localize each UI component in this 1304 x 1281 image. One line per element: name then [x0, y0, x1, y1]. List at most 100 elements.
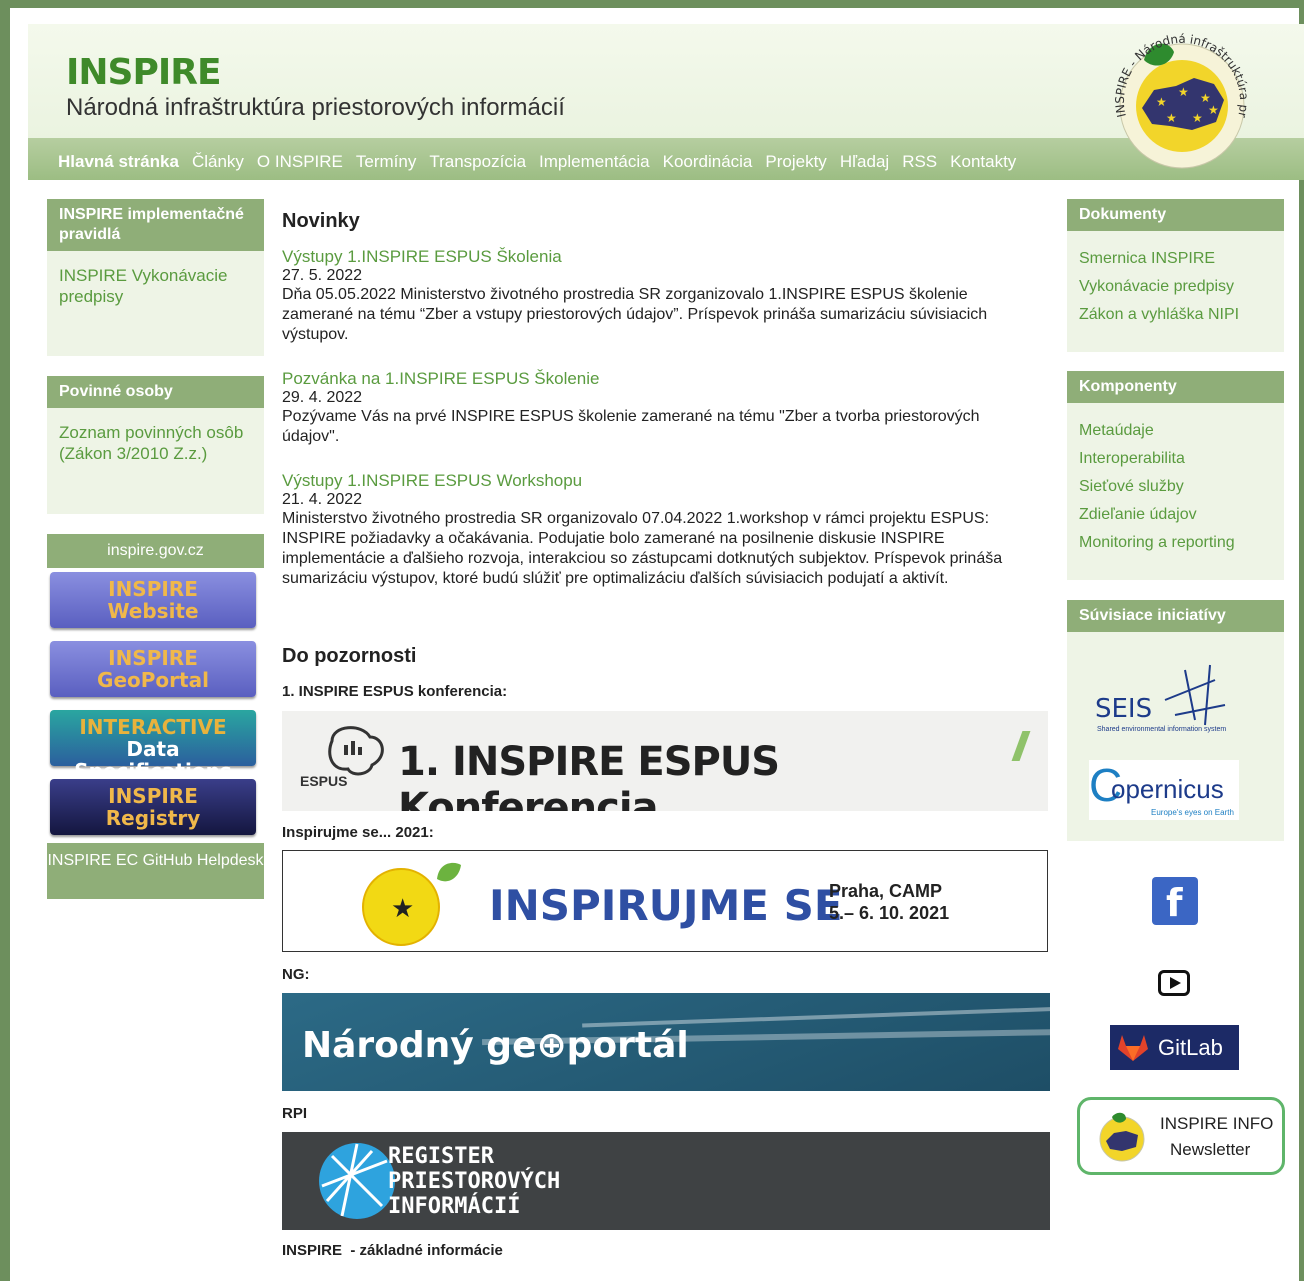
inspire-gov-cz-label[interactable]: inspire.gov.cz — [47, 534, 264, 568]
news-text: Ministerstvo životného prostredia SR org… — [282, 510, 1003, 587]
seis-subtitle: Shared environmental information system — [1097, 726, 1227, 733]
inspire-newsletter-logo-icon — [1099, 1112, 1145, 1162]
news-title-link[interactable]: Výstupy 1.INSPIRE ESPUS Workshopu — [282, 471, 1042, 491]
site-brand[interactable]: INSPIRE — [66, 52, 222, 93]
conference-label: 1. INSPIRE ESPUS konferencia: — [282, 683, 508, 700]
news-date: 21. 4. 2022 — [282, 491, 363, 508]
conference-banner[interactable]: ESPUS 1. INSPIRE ESPUS Konferencia — [282, 711, 1048, 811]
inspire-sk-logo-icon[interactable]: ★★ ★ ★ ★★ INSPIRE - Národná infraštruktúra… — [1096, 26, 1264, 182]
related-initiatives-box: Súvisiace iniciatívy SEIS Shared environ… — [1067, 600, 1284, 841]
inspirujme-dates: 5.– 6. 10. 2021 — [829, 903, 950, 923]
inspire-registry-badge[interactable]: INSPIRE Registry — [50, 779, 256, 835]
svg-text:★: ★ — [1156, 95, 1167, 109]
component-link[interactable]: Metaúdaje — [1079, 417, 1272, 445]
components-heading: Komponenty — [1067, 371, 1284, 403]
nav-projects[interactable]: Projekty — [765, 152, 826, 172]
nav-home[interactable]: Hlavná stránka — [58, 152, 179, 172]
component-link[interactable]: Zdieľanie údajov — [1079, 501, 1272, 529]
page-frame-right — [1299, 0, 1304, 1281]
svg-text:★: ★ — [1166, 111, 1177, 125]
doc-link[interactable]: Smernica INSPIRE — [1079, 245, 1272, 273]
national-geoportal-banner[interactable]: Národný ge⊕portál — [282, 993, 1050, 1091]
doc-link[interactable]: Zákon a vyhláška NIPI — [1079, 301, 1272, 329]
news-title-link[interactable]: Pozvánka na 1.INSPIRE ESPUS Školenie — [282, 369, 1042, 389]
news-item: Výstupy 1.INSPIRE ESPUS Školenia 27. 5. … — [282, 247, 1042, 345]
obligated-persons-link[interactable]: Zoznam povinných osôb (Zákon 3/2010 Z.z.… — [59, 423, 243, 463]
news-date: 29. 4. 2022 — [282, 389, 363, 406]
data-specifications-badge[interactable]: INTERACTIVE Data Specifications — [50, 710, 256, 782]
inspirujme-title: INSPIRUJME SE — [489, 881, 843, 930]
nav-terms[interactable]: Termíny — [356, 152, 416, 172]
nav-articles[interactable]: Články — [192, 152, 244, 172]
inspire-website-badge[interactable]: INSPIRE Website — [50, 572, 256, 628]
decor-line — [582, 1002, 1050, 1028]
rpi-label: RPI — [282, 1105, 308, 1122]
rpi-line1: REGISTER — [388, 1144, 494, 1169]
news-heading: Novinky — [282, 210, 360, 232]
nav-coordination[interactable]: Koordinácia — [663, 152, 753, 172]
facebook-icon[interactable]: f — [1152, 877, 1198, 925]
related-initiatives-heading: Súvisiace iniciatívy — [1067, 600, 1284, 632]
espus-logo-text: ESPUS — [300, 773, 348, 789]
component-link[interactable]: Interoperabilita — [1079, 445, 1272, 473]
attention-heading: Do pozornosti — [282, 645, 417, 667]
gitlab-fox-icon — [1118, 1035, 1148, 1061]
site-subtitle: Národná infraštruktúra priestorových inf… — [66, 94, 565, 121]
inspirujme-logo-icon: ★ — [362, 862, 461, 946]
svg-text:★: ★ — [1208, 103, 1219, 117]
nav-contacts[interactable]: Kontakty — [950, 152, 1016, 172]
component-link[interactable]: Monitoring a reporting — [1079, 529, 1272, 557]
implementing-rules-link[interactable]: INSPIRE Vykonávacie predpisy — [59, 266, 228, 306]
badge-line1: INSPIRE — [108, 577, 198, 601]
inspirujme-banner[interactable]: ★ INSPIRUJME SE Praha, CAMP 5.– 6. 10. 2… — [282, 850, 1048, 952]
implementing-rules-heading: INSPIRE implementačné pravidlá — [47, 199, 264, 251]
badge-line2: GeoPortal — [97, 668, 209, 692]
page-frame-left — [0, 0, 10, 1281]
news-title-link[interactable]: Výstupy 1.INSPIRE ESPUS Školenia — [282, 247, 1042, 267]
news-text: Dňa 05.05.2022 Ministerstvo životného pr… — [282, 286, 988, 343]
nav-transposition[interactable]: Transpozícia — [429, 152, 526, 172]
espus-logo-icon — [328, 726, 384, 776]
badge-line2: Data Specifications — [74, 737, 232, 783]
nav-search[interactable]: Hľadaj — [840, 152, 889, 172]
gitlab-link[interactable]: GitLab — [1110, 1025, 1239, 1070]
rpi-line3: INFORMÁCIÍ — [388, 1194, 521, 1219]
doc-link[interactable]: Vykonávacie predpisy — [1079, 273, 1272, 301]
news-text: Pozývame Vás na prvé INSPIRE ESPUS škole… — [282, 408, 980, 445]
obligated-persons-heading: Povinné osoby — [47, 376, 264, 408]
svg-text:★: ★ — [1192, 111, 1203, 125]
news-item: Výstupy 1.INSPIRE ESPUS Workshopu 21. 4.… — [282, 471, 1042, 589]
badge-line2: Website — [107, 599, 199, 623]
newsletter-line1: INSPIRE INFO — [1160, 1114, 1274, 1133]
seis-network-icon — [1164, 664, 1226, 726]
rpi-banner[interactable]: REGISTER PRIESTOROVÝCH INFORMÁCIÍ — [282, 1132, 1050, 1230]
github-helpdesk-link[interactable]: INSPIRE EC GitHub Helpdesk — [47, 843, 264, 899]
obligated-persons-box: Povinné osoby Zoznam povinných osôb (Zák… — [47, 376, 264, 514]
nav-about[interactable]: O INSPIRE — [257, 152, 343, 172]
copernicus-logo[interactable]: C opernicus Europe's eyes on Earth — [1089, 760, 1239, 820]
basic-info-label: INSPIRE - základné informácie — [282, 1242, 503, 1259]
badge-line2: Registry — [105, 806, 201, 830]
component-link[interactable]: Sieťové služby — [1079, 473, 1272, 501]
conference-title: 1. INSPIRE ESPUS Konferencia — [398, 739, 780, 811]
documents-heading: Dokumenty — [1067, 199, 1284, 231]
seis-logo[interactable]: SEIS Shared environmental information sy… — [1095, 654, 1255, 736]
copernicus-subtitle: Europe's eyes on Earth — [1151, 808, 1234, 817]
newsletter-link[interactable]: INSPIRE INFO Newsletter — [1077, 1097, 1285, 1175]
page-frame-top — [0, 0, 1304, 8]
seis-text: SEIS — [1095, 694, 1153, 724]
inspire-geoportal-badge[interactable]: INSPIRE GeoPortal — [50, 641, 256, 697]
news-date: 27. 5. 2022 — [282, 267, 363, 284]
badge-line1: INSPIRE — [108, 784, 198, 808]
ng-label: NG: — [282, 966, 310, 983]
nav-rss[interactable]: RSS — [902, 152, 937, 172]
main-nav: Hlavná stránka Články O INSPIRE Termíny … — [58, 152, 1029, 172]
youtube-play-icon[interactable] — [1158, 970, 1190, 996]
news-item: Pozvánka na 1.INSPIRE ESPUS Školenie 29.… — [282, 369, 1042, 447]
documents-box: Dokumenty Smernica INSPIRE Vykonávacie p… — [1067, 199, 1284, 352]
rpi-line2: PRIESTOROVÝCH — [388, 1169, 561, 1194]
svg-text:★: ★ — [391, 894, 414, 924]
geoportal-title: Národný ge⊕portál — [302, 1025, 689, 1066]
inspirujme-place: Praha, CAMP — [829, 881, 943, 901]
nav-implementation[interactable]: Implementácia — [539, 152, 650, 172]
